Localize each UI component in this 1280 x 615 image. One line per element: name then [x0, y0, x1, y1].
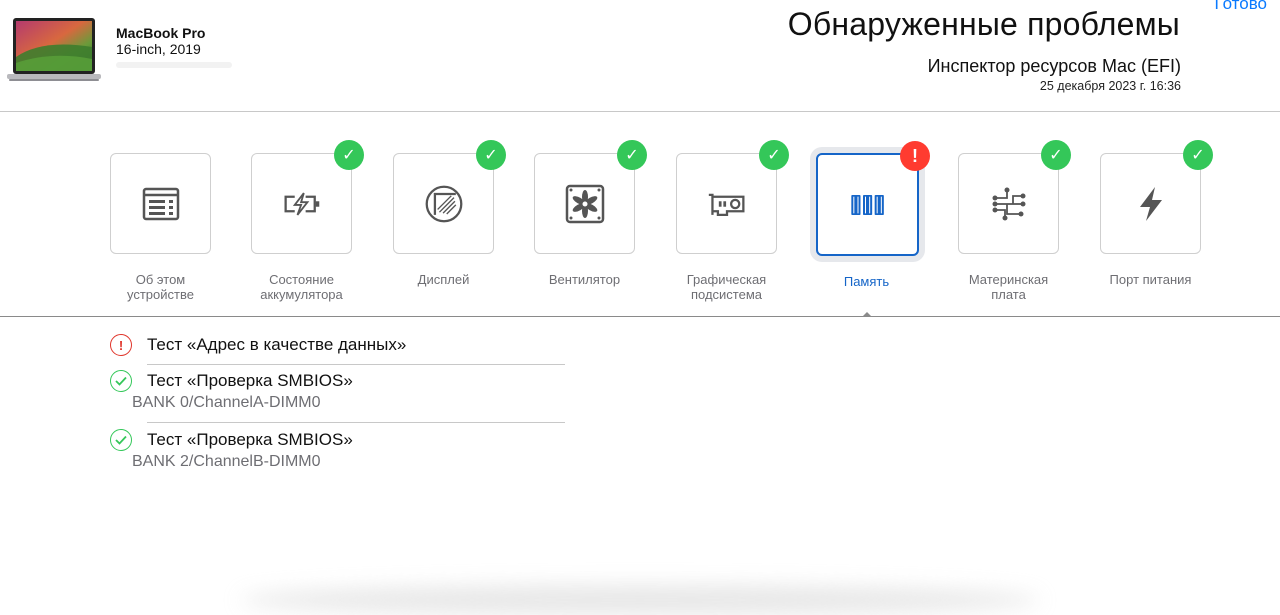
test-name: Тест «Проверка SMBIOS»: [147, 371, 353, 390]
checkmark-circle-icon: [110, 370, 132, 392]
selection-pointer: [863, 312, 871, 316]
report-timestamp: 25 декабря 2023 г. 16:36: [1039, 79, 1181, 93]
test-detail: BANK 2/ChannelB-DIMM0: [132, 453, 321, 470]
category-graphics[interactable]: ✓ Графическая подсистема: [676, 140, 789, 302]
display-icon: [425, 185, 462, 222]
battery-icon: [284, 192, 319, 215]
memory-icon: [850, 194, 884, 215]
category-display[interactable]: ✓ Дисплей: [393, 140, 506, 288]
page-subtitle: Инспектор ресурсов Mac (EFI): [927, 56, 1181, 76]
category-card[interactable]: ✓: [1100, 140, 1213, 254]
status-ok-badge: ✓: [1183, 140, 1213, 170]
section-divider: [0, 316, 1280, 317]
page-title: Обнаруженные проблемы: [787, 6, 1180, 42]
power-port-icon: [1139, 186, 1162, 221]
category-card[interactable]: ✓: [534, 140, 647, 254]
test-name: Тест «Проверка SMBIOS»: [147, 430, 353, 449]
error-circle-icon: !: [110, 334, 132, 356]
status-ok-badge: ✓: [476, 140, 506, 170]
category-motherboard[interactable]: ✓ Материнская плата: [958, 140, 1071, 302]
bottom-shadow: [240, 585, 1040, 615]
category-card[interactable]: ✓: [676, 140, 789, 254]
category-label: Материнская плата: [968, 272, 1049, 302]
fan-icon: [565, 184, 604, 223]
status-ok-badge: ✓: [759, 140, 789, 170]
done-button[interactable]: Готово: [1215, 0, 1268, 14]
checkmark-circle-icon: [110, 429, 132, 451]
status-ok-badge: ✓: [617, 140, 647, 170]
category-label: Состояние аккумулятора: [260, 272, 343, 302]
test-detail: BANK 0/ChannelA-DIMM0: [132, 394, 321, 411]
category-card[interactable]: ✓: [251, 140, 364, 254]
category-label: Об этом устройстве: [127, 272, 194, 302]
category-battery[interactable]: ✓ Состояние аккумулятора: [251, 140, 364, 302]
category-memory[interactable]: ! Память: [816, 141, 930, 290]
category-label: Память: [843, 274, 890, 289]
test-name: Тест «Адрес в качестве данных»: [147, 335, 407, 354]
info-panel-icon: [142, 187, 179, 220]
category-card[interactable]: [110, 153, 211, 254]
graphics-card-icon: [708, 193, 744, 216]
category-label: Порт питания: [1109, 272, 1192, 287]
test-separator: [147, 364, 565, 365]
category-label: Вентилятор: [548, 272, 621, 287]
status-ok-badge: ✓: [334, 140, 364, 170]
category-label: Дисплей: [417, 272, 470, 287]
status-error-badge: !: [900, 141, 930, 171]
device-name: MacBook Pro: [116, 25, 206, 41]
motherboard-icon: [992, 187, 1025, 220]
status-ok-badge: ✓: [1041, 140, 1071, 170]
macbook-image: [7, 18, 101, 81]
device-serial-redacted: [116, 62, 232, 68]
category-label: Графическая подсистема: [686, 272, 767, 302]
test-separator: [147, 422, 565, 423]
category-card-selected[interactable]: !: [816, 141, 930, 256]
category-card[interactable]: ✓: [393, 140, 506, 254]
category-power-port[interactable]: ✓ Порт питания: [1100, 140, 1213, 288]
category-about-device[interactable]: Об этом устройстве: [110, 153, 211, 302]
category-fan[interactable]: ✓ Вентилятор: [534, 140, 647, 288]
device-model: 16-inch, 2019: [116, 41, 201, 57]
category-card[interactable]: ✓: [958, 140, 1071, 254]
header-divider: [0, 111, 1280, 112]
